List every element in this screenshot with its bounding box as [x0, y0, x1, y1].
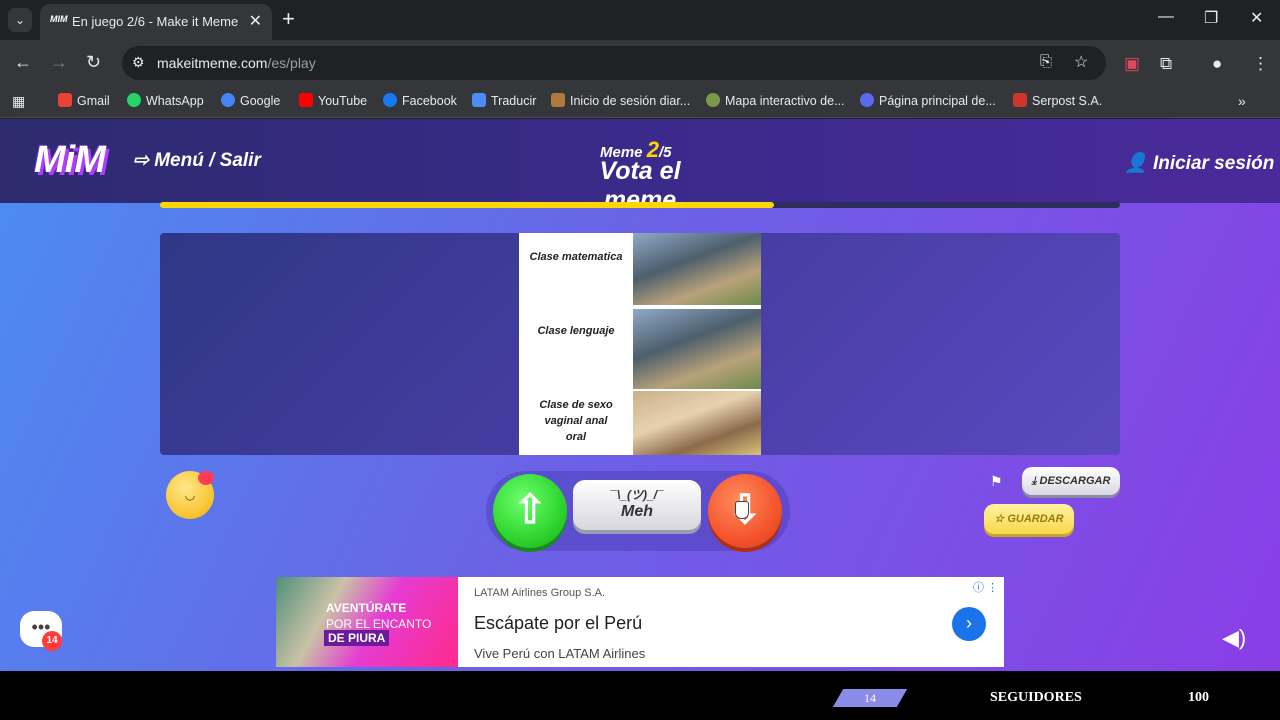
meme-photo — [633, 391, 761, 455]
ad-image: AVENTÚRATE POR EL ENCANTO DE PIURA — [276, 577, 458, 667]
ad-info-icon[interactable]: ⓘ ⋮ — [973, 579, 998, 595]
meme-caption: Clase de sexo vaginal anal oral — [539, 399, 613, 443]
round-progress-bar — [160, 202, 1120, 208]
ad-advertiser: LATAM Airlines Group S.A. — [474, 587, 606, 599]
chat-unread-badge: 14 — [42, 631, 62, 651]
bookmark-inicio-sesion[interactable]: Inicio de sesión diar... — [551, 93, 690, 108]
meme-caption: Clase lenguaje — [537, 325, 615, 337]
extensions-icon[interactable]: ⧉ — [1160, 54, 1172, 74]
profile-avatar-icon[interactable]: ● — [1212, 54, 1222, 74]
url-text: makeitmeme.com/es/play — [157, 55, 316, 71]
site-info-icon[interactable]: ⚙ — [132, 54, 145, 71]
login-button[interactable]: 👤 Iniciar sesión — [1124, 151, 1274, 175]
hand-cursor-icon — [735, 501, 749, 519]
meme-panel: Clase lenguaje — [519, 307, 761, 389]
meme-image: Clase matematica Clase lenguaje Clase de… — [519, 233, 761, 455]
window-close-icon[interactable]: ✕ — [1250, 8, 1263, 28]
bookmark-gmail[interactable]: Gmail — [58, 93, 110, 108]
bookmark-google[interactable]: Google — [221, 93, 280, 108]
user-icon: 👤 — [1124, 153, 1153, 174]
meme-stage: Clase matematica Clase lenguaje Clase de… — [160, 233, 1120, 455]
advertisement-banner[interactable]: AVENTÚRATE POR EL ENCANTO DE PIURA LATAM… — [276, 577, 1004, 667]
bookmark-serpost[interactable]: Serpost S.A. — [1013, 93, 1102, 108]
meme-panel: Clase de sexo vaginal anal oral — [519, 391, 761, 455]
mim-logo[interactable]: MiM — [34, 139, 106, 182]
restore-icon[interactable]: ❐ — [1204, 8, 1218, 28]
speaker-icon[interactable]: ◀) — [1222, 625, 1246, 651]
star-icon: ☆ — [994, 513, 1008, 525]
new-tab-button[interactable]: + — [282, 6, 295, 32]
meh-kaomoji: ¯\_(ツ)_/¯ — [610, 488, 664, 502]
address-bar[interactable]: ⚙ makeitmeme.com/es/play ⎘ ☆ — [122, 46, 1106, 80]
download-icon: ⤓ — [1031, 475, 1040, 487]
game-page: MiM ⇨ Menú / Salir Meme 2/5 Vota el meme… — [0, 119, 1280, 671]
download-button[interactable]: ⤓ DESCARGAR — [1022, 467, 1120, 495]
followers-label: SEGUIDORES — [990, 690, 1082, 705]
followers-count: 100 — [1188, 690, 1209, 705]
forward-icon[interactable]: → — [50, 52, 68, 73]
progress-fill — [160, 202, 775, 208]
meme-photo — [633, 233, 761, 305]
bookmark-star-icon[interactable]: ☆ — [1074, 52, 1088, 72]
meme-panel: Clase matematica — [519, 233, 761, 307]
upvote-button[interactable]: ⇧ — [493, 474, 567, 548]
bookmark-mapa[interactable]: Mapa interactivo de... — [706, 93, 845, 108]
ad-description: Vive Perú con LATAM Airlines — [474, 646, 646, 661]
minimize-icon[interactable]: — — [1158, 8, 1174, 26]
follower-number-badge: 14 — [832, 689, 908, 707]
back-icon[interactable]: ← — [14, 52, 32, 73]
browser-tab-active[interactable]: MIM En juego 2/6 - Make it Meme ✕ — [40, 4, 272, 40]
pocket-extension-icon[interactable]: ▣ — [1124, 54, 1140, 74]
tab-favicon: MIM — [50, 14, 68, 24]
browser-title-bar: ⌄ MIM En juego 2/6 - Make it Meme ✕ + — … — [0, 0, 1280, 40]
install-app-icon[interactable]: ⎘ — [1040, 53, 1052, 70]
ad-open-arrow-icon[interactable]: › — [952, 607, 986, 641]
ad-headline[interactable]: Escápate por el Perú — [474, 613, 642, 634]
tab-title: En juego 2/6 - Make it Meme — [72, 14, 239, 29]
report-flag-icon[interactable]: ⚑ — [990, 473, 1003, 490]
tab-search-button[interactable]: ⌄ — [8, 8, 32, 32]
menu-exit-button[interactable]: ⇨ Menú / Salir — [133, 149, 261, 172]
arrow-up-icon: ⇧ — [513, 488, 547, 532]
bookmark-pagina-principal[interactable]: Página principal de... — [860, 93, 996, 108]
bookmarks-bar: ▦ Gmail WhatsApp Google YouTube Facebook… — [0, 86, 1280, 118]
save-button[interactable]: ☆ GUARDAR — [984, 504, 1074, 534]
bookmark-whatsapp[interactable]: WhatsApp — [127, 93, 204, 108]
bookmark-youtube[interactable]: YouTube — [299, 93, 367, 108]
reload-icon[interactable]: ↻ — [86, 52, 101, 73]
meh-label: Meh — [621, 503, 653, 520]
exit-icon: ⇨ — [133, 150, 155, 171]
meh-button[interactable]: ¯\_(ツ)_/¯ Meh — [573, 480, 701, 530]
meme-caption: Clase matematica — [529, 251, 623, 263]
browser-menu-icon[interactable]: ⋮ — [1252, 54, 1269, 74]
more-bookmarks-icon[interactable]: » — [1238, 93, 1246, 109]
tab-close-icon[interactable]: ✕ — [249, 11, 262, 31]
bookmark-traducir[interactable]: Traducir — [472, 93, 536, 108]
heart-icon — [198, 471, 214, 485]
bookmark-facebook[interactable]: Facebook — [383, 93, 457, 108]
stream-bottom-bar: 14 SEGUIDORES 100 — [0, 671, 1280, 720]
browser-toolbar: ← → ↻ ⚙ makeitmeme.com/es/play ⎘ ☆ ▣ ⧉ ●… — [0, 40, 1280, 86]
meme-photo — [633, 309, 761, 389]
apps-grid-icon[interactable]: ▦ — [12, 93, 25, 110]
